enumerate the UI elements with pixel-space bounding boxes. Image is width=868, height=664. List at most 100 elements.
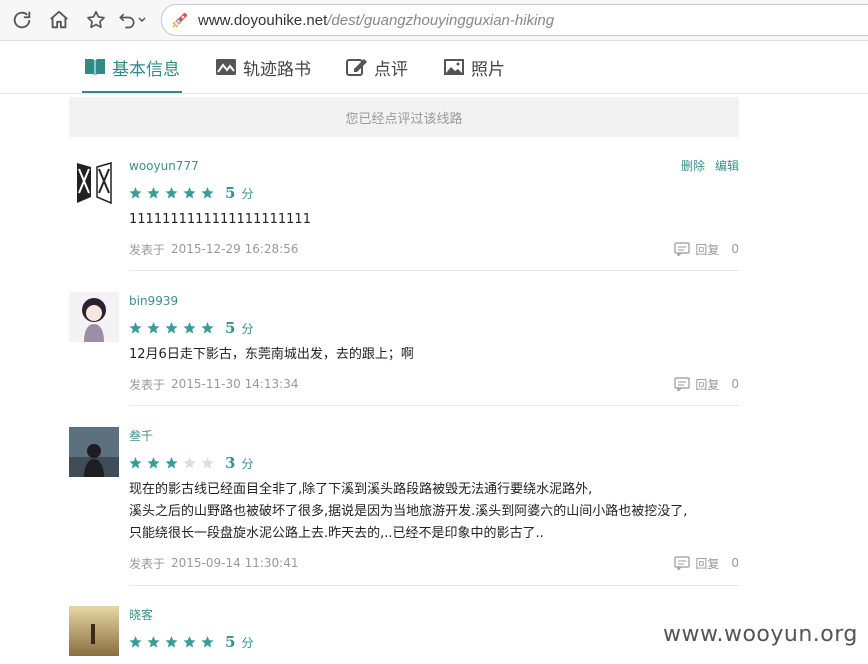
avatar[interactable] — [69, 427, 119, 477]
star-icon — [201, 186, 214, 199]
bookmark-star-icon[interactable] — [81, 5, 111, 35]
url-text: www.doyouhike.net/dest/guangzhouyingguxi… — [198, 12, 554, 29]
tab-label: 照片 — [471, 59, 505, 80]
star-icon — [183, 635, 196, 648]
watermark: www.wooyun.org — [663, 622, 858, 647]
undo-icon — [119, 13, 135, 29]
score-unit: 分 — [241, 635, 254, 650]
rating: 5 分 — [129, 318, 739, 338]
comment-line: 1111111111111111111111 — [129, 212, 311, 227]
chevron-down-icon — [138, 17, 146, 23]
reply-label: 回复 — [695, 242, 720, 257]
chart-icon — [216, 59, 236, 75]
score-unit: 分 — [241, 321, 254, 336]
avatar[interactable] — [69, 292, 119, 342]
comment-body: wooyun777 5 分 1111111111111111111111 发表于… — [129, 157, 739, 259]
comment-line: 12月6日走下影古，东莞南城出发，去的跟上；啊 — [129, 347, 414, 362]
username-link[interactable]: 叁千 — [129, 427, 739, 445]
url-path: /dest/guangzhouyingguxian-hiking — [327, 11, 555, 29]
reply-button[interactable]: 回复 0 — [674, 241, 739, 258]
posted-label: 发表于 — [129, 377, 166, 392]
book-icon — [85, 59, 105, 76]
reload-icon[interactable] — [7, 5, 37, 35]
edit-icon — [346, 59, 367, 76]
star-icon — [165, 635, 178, 648]
comment-bubble-icon — [674, 242, 690, 256]
posted-label: 发表于 — [129, 556, 166, 571]
reply-count: 0 — [731, 377, 739, 391]
rating: 3 分 — [129, 453, 739, 473]
comment-date: 2015-12-29 16:28:56 — [171, 242, 299, 256]
comment-meta: 发表于 2015-09-14 11:30:41 回复 0 — [129, 553, 739, 573]
tab-photos[interactable]: 照片 — [441, 43, 507, 93]
divider — [129, 405, 739, 406]
reply-label: 回复 — [695, 556, 720, 571]
tab-label: 点评 — [374, 59, 408, 80]
star-icon — [129, 186, 142, 199]
tab-label: 基本信息 — [112, 59, 180, 80]
comment-line: 现在的影古线已经面目全非了,除了下溪到溪头路段路被毁无法通行要绕水泥路外, — [129, 482, 593, 497]
posted-label: 发表于 — [129, 242, 166, 257]
star-icon — [147, 186, 160, 199]
rating-score: 5 — [225, 633, 236, 651]
comment-meta: 发表于 2015-11-30 14:13:34 回复 0 — [129, 374, 739, 394]
star-icon — [129, 321, 142, 334]
tab-review[interactable]: 点评 — [344, 43, 410, 93]
reply-button[interactable]: 回复 0 — [674, 555, 739, 572]
comment-date: 2015-11-30 14:13:34 — [171, 377, 299, 391]
reply-count: 0 — [731, 556, 739, 570]
star-icon — [129, 635, 142, 648]
comment-body: bin9939 5 分 12月6日走下影古，东莞南城出发，去的跟上；啊 发表于 … — [129, 292, 739, 394]
rating: 5 分 — [129, 183, 739, 203]
star-icon — [201, 635, 214, 648]
avatar[interactable] — [69, 157, 119, 207]
comment-line: 溪头之后的山野路也被破坏了很多,据说是因为当地旅游开发.溪头到阿婆六的山间小路也… — [129, 504, 688, 519]
comment-actions: 删除 编辑 — [671, 157, 739, 174]
rating-score: 3 — [225, 454, 236, 472]
star-icon — [183, 186, 196, 199]
reply-button[interactable]: 回复 0 — [674, 376, 739, 393]
score-unit: 分 — [241, 456, 254, 471]
tab-basic-info[interactable]: 基本信息 — [82, 43, 182, 93]
star-icon — [165, 456, 178, 469]
tab-label: 轨迹路书 — [243, 59, 311, 80]
already-reviewed-notice: 您已经点评过该线路 — [69, 97, 739, 137]
comment-line: 只能绕很长一段盘旋水泥公路上去.昨天去的,..已经不是印象中的影古了.. — [129, 526, 544, 541]
undo-dropdown[interactable] — [117, 10, 147, 30]
avatar[interactable] — [69, 606, 119, 656]
comment-text: 现在的影古线已经面目全非了,除了下溪到溪头路段路被毁无法通行要绕水泥路外, 溪头… — [129, 479, 739, 545]
star-icon — [201, 321, 214, 334]
star-icon — [165, 186, 178, 199]
browser-toolbar: www.doyouhike.net/dest/guangzhouyingguxi… — [0, 0, 868, 41]
comment-body: 晓客 5 分 — [129, 606, 739, 652]
divider — [129, 270, 739, 271]
reply-count: 0 — [731, 242, 739, 256]
star-icon — [183, 321, 196, 334]
edit-link[interactable]: 编辑 — [715, 157, 739, 174]
comment-bubble-icon — [674, 377, 690, 391]
comment-body: 叁千 3 分 现在的影古线已经面目全非了,除了下溪到溪头路段路被毁无法通行要绕水… — [129, 427, 739, 573]
rating-score: 5 — [225, 319, 236, 337]
delete-link[interactable]: 删除 — [681, 157, 705, 174]
rating: 5 分 — [129, 632, 739, 652]
tab-track-guide[interactable]: 轨迹路书 — [213, 43, 313, 93]
star-icon — [147, 456, 160, 469]
star-icon — [165, 321, 178, 334]
star-empty-icon — [183, 456, 196, 469]
url-host: www.doyouhike.net — [198, 11, 328, 29]
username-link[interactable]: bin9939 — [129, 292, 739, 310]
comment-date: 2015-09-14 11:30:41 — [171, 556, 299, 570]
comment-bubble-icon — [674, 556, 690, 570]
reply-label: 回复 — [695, 377, 720, 392]
rocket-icon — [172, 13, 187, 28]
username-link[interactable]: wooyun777 — [129, 157, 739, 175]
divider — [129, 585, 739, 586]
star-empty-icon — [201, 456, 214, 469]
comment-meta: 发表于 2015-12-29 16:28:56 回复 0 — [129, 239, 739, 259]
username-link[interactable]: 晓客 — [129, 606, 739, 624]
score-unit: 分 — [241, 186, 254, 201]
image-icon — [444, 59, 464, 75]
home-icon[interactable] — [44, 5, 74, 35]
comment-text: 1111111111111111111111 — [129, 209, 739, 231]
address-bar[interactable]: www.doyouhike.net/dest/guangzhouyingguxi… — [161, 4, 868, 36]
